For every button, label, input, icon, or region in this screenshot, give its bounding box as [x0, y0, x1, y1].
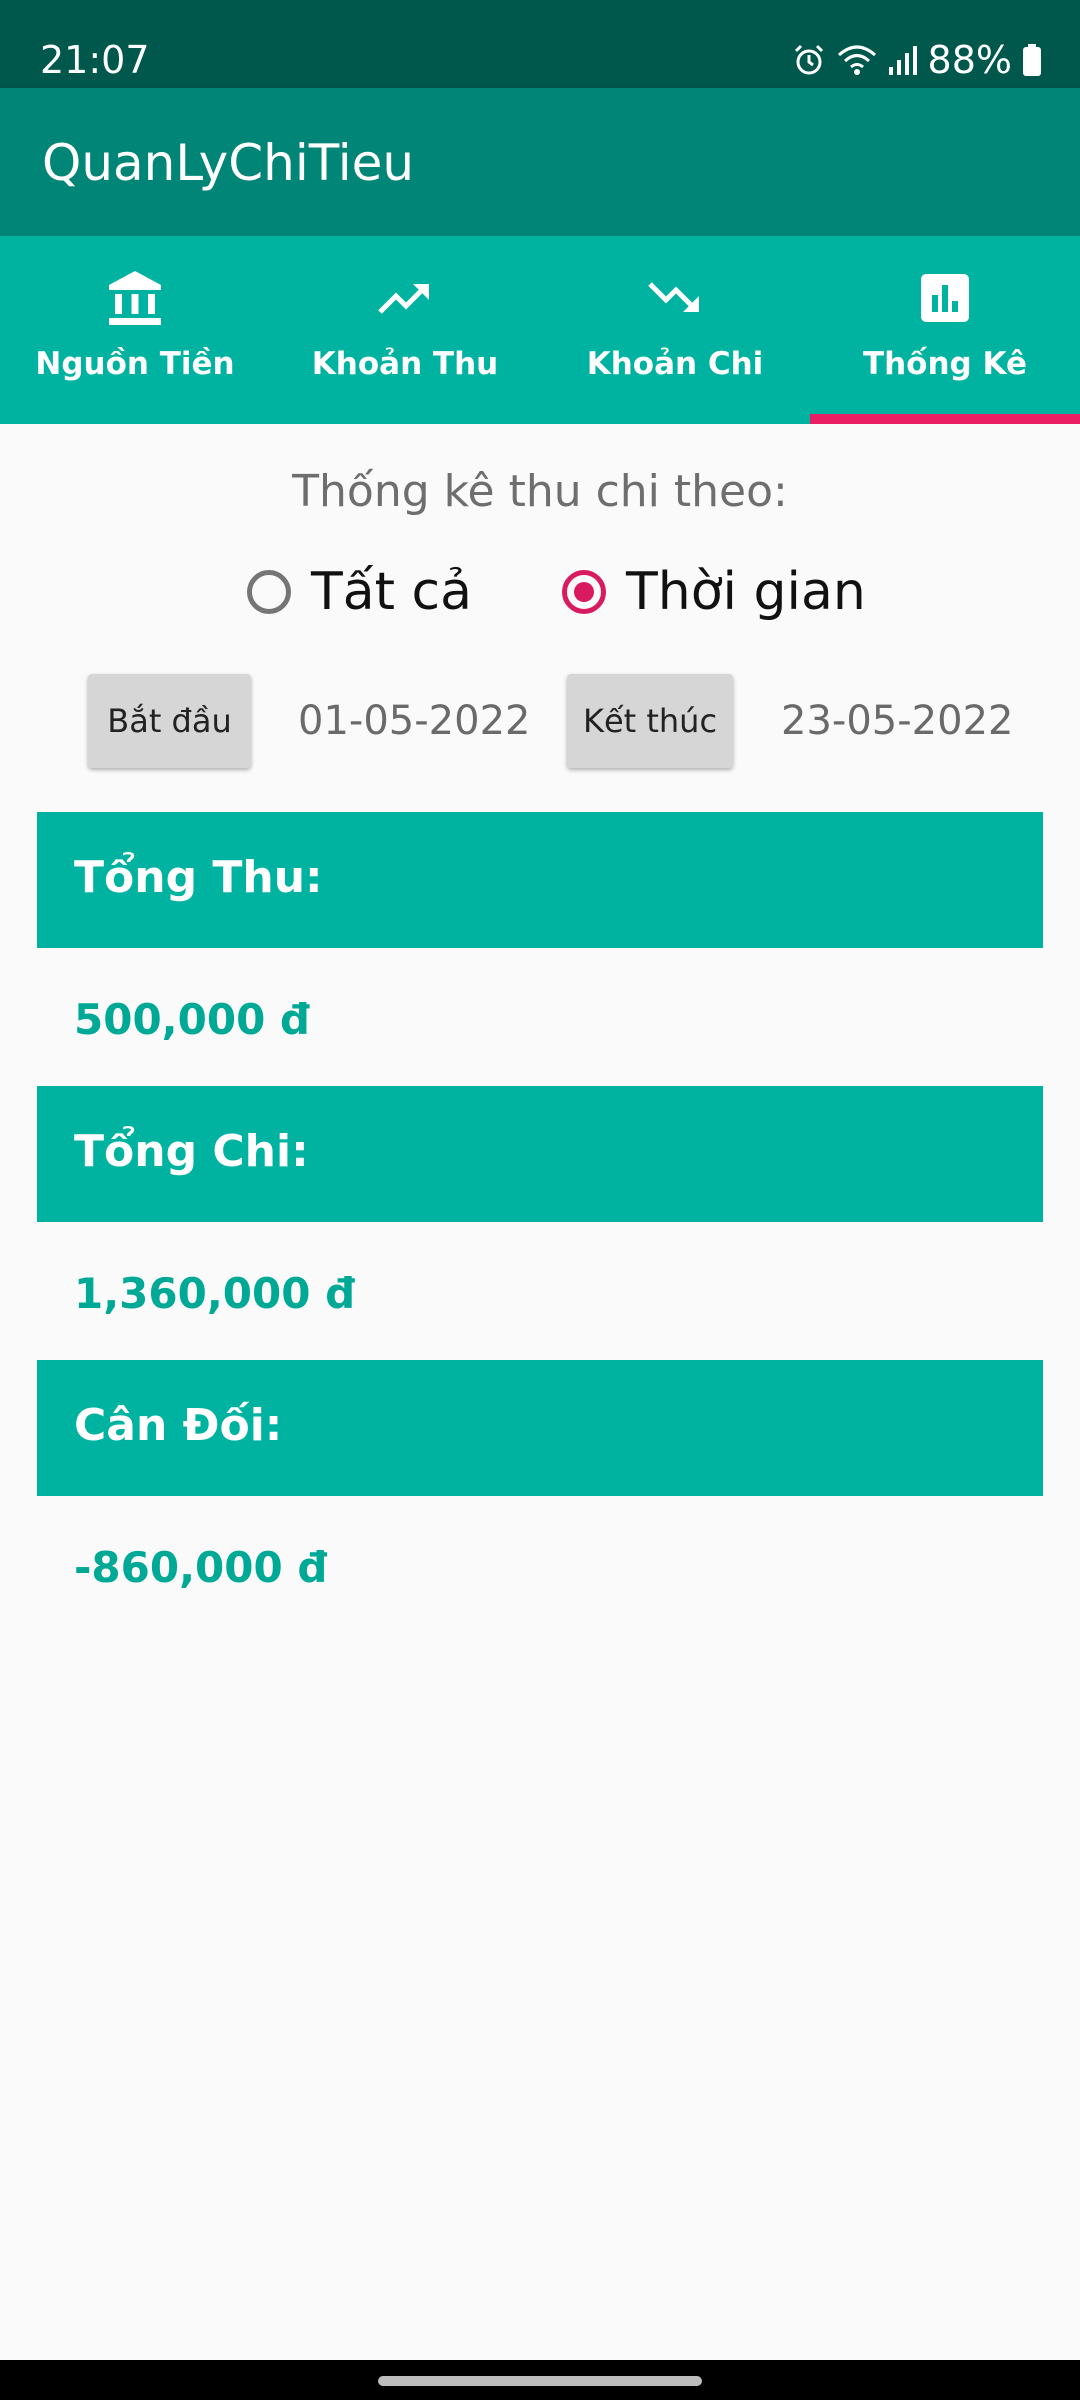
tab-khoan-chi[interactable]: Khoản Chi: [540, 236, 810, 424]
radio-label: Thời gian: [626, 562, 866, 622]
status-bar: 21:07 88%: [0, 0, 1080, 88]
battery-percent: 88%: [927, 38, 1012, 82]
radio-thoi-gian[interactable]: Thời gian: [562, 558, 866, 626]
status-time: 21:07: [40, 38, 150, 82]
end-date-button[interactable]: Kết thúc: [567, 674, 733, 768]
tab-label: Thống Kê: [862, 346, 1028, 382]
trending-up-icon: [377, 266, 433, 330]
alarm-icon: [792, 43, 826, 77]
tab-khoan-thu[interactable]: Khoản Thu: [270, 236, 540, 424]
battery-icon: [1022, 43, 1042, 77]
income-header: Tổng Thu:: [37, 812, 1043, 948]
tab-label: Khoản Thu: [311, 346, 499, 382]
radio-checked-icon: [562, 570, 606, 614]
tab-nguon-tien[interactable]: Nguồn Tiền: [0, 236, 270, 424]
app-title: QuanLyChiTieu: [42, 134, 415, 192]
bar-chart-icon: [920, 266, 970, 330]
bank-icon: [107, 266, 163, 330]
expense-value: 1,360,000 đ: [74, 1269, 356, 1318]
balance-header: Cân Đối:: [37, 1360, 1043, 1496]
filter-title: Thống kê thu chi theo:: [292, 466, 788, 517]
trending-down-icon: [647, 266, 703, 330]
income-value: 500,000 đ: [74, 995, 310, 1044]
date-range-row: Bắt đầu 01-05-2022 Kết thúc 23-05-2022: [0, 674, 1080, 770]
start-date-button[interactable]: Bắt đầu: [88, 674, 251, 768]
tab-label: Nguồn Tiền: [35, 346, 235, 382]
start-date-value: 01-05-2022: [298, 698, 531, 744]
radio-label: Tất cả: [311, 562, 473, 622]
tab-thong-ke[interactable]: Thống Kê: [810, 236, 1080, 424]
end-date-value: 23-05-2022: [781, 698, 1014, 744]
radio-unchecked-icon: [247, 570, 291, 614]
tab-bar: Nguồn Tiền Khoản Thu Khoản Chi Thống Kê: [0, 236, 1080, 424]
tab-label: Khoản Chi: [586, 346, 764, 382]
app-bar: QuanLyChiTieu: [0, 88, 1080, 236]
expense-label: Tổng Chi:: [74, 1126, 309, 1177]
income-label: Tổng Thu:: [74, 852, 323, 903]
status-icons: 88%: [792, 34, 1042, 86]
expense-header: Tổng Chi:: [37, 1086, 1043, 1222]
filter-radio-group: Tất cả Thời gian: [0, 558, 1080, 626]
balance-label: Cân Đối:: [74, 1400, 283, 1451]
wifi-icon: [836, 43, 878, 77]
home-handle[interactable]: [378, 2376, 702, 2386]
selected-tab-indicator: [810, 414, 1080, 424]
signal-icon: [888, 43, 918, 77]
navigation-bar: [0, 2360, 1080, 2400]
balance-value: -860,000 đ: [74, 1543, 328, 1592]
radio-tat-ca[interactable]: Tất cả: [247, 558, 472, 626]
